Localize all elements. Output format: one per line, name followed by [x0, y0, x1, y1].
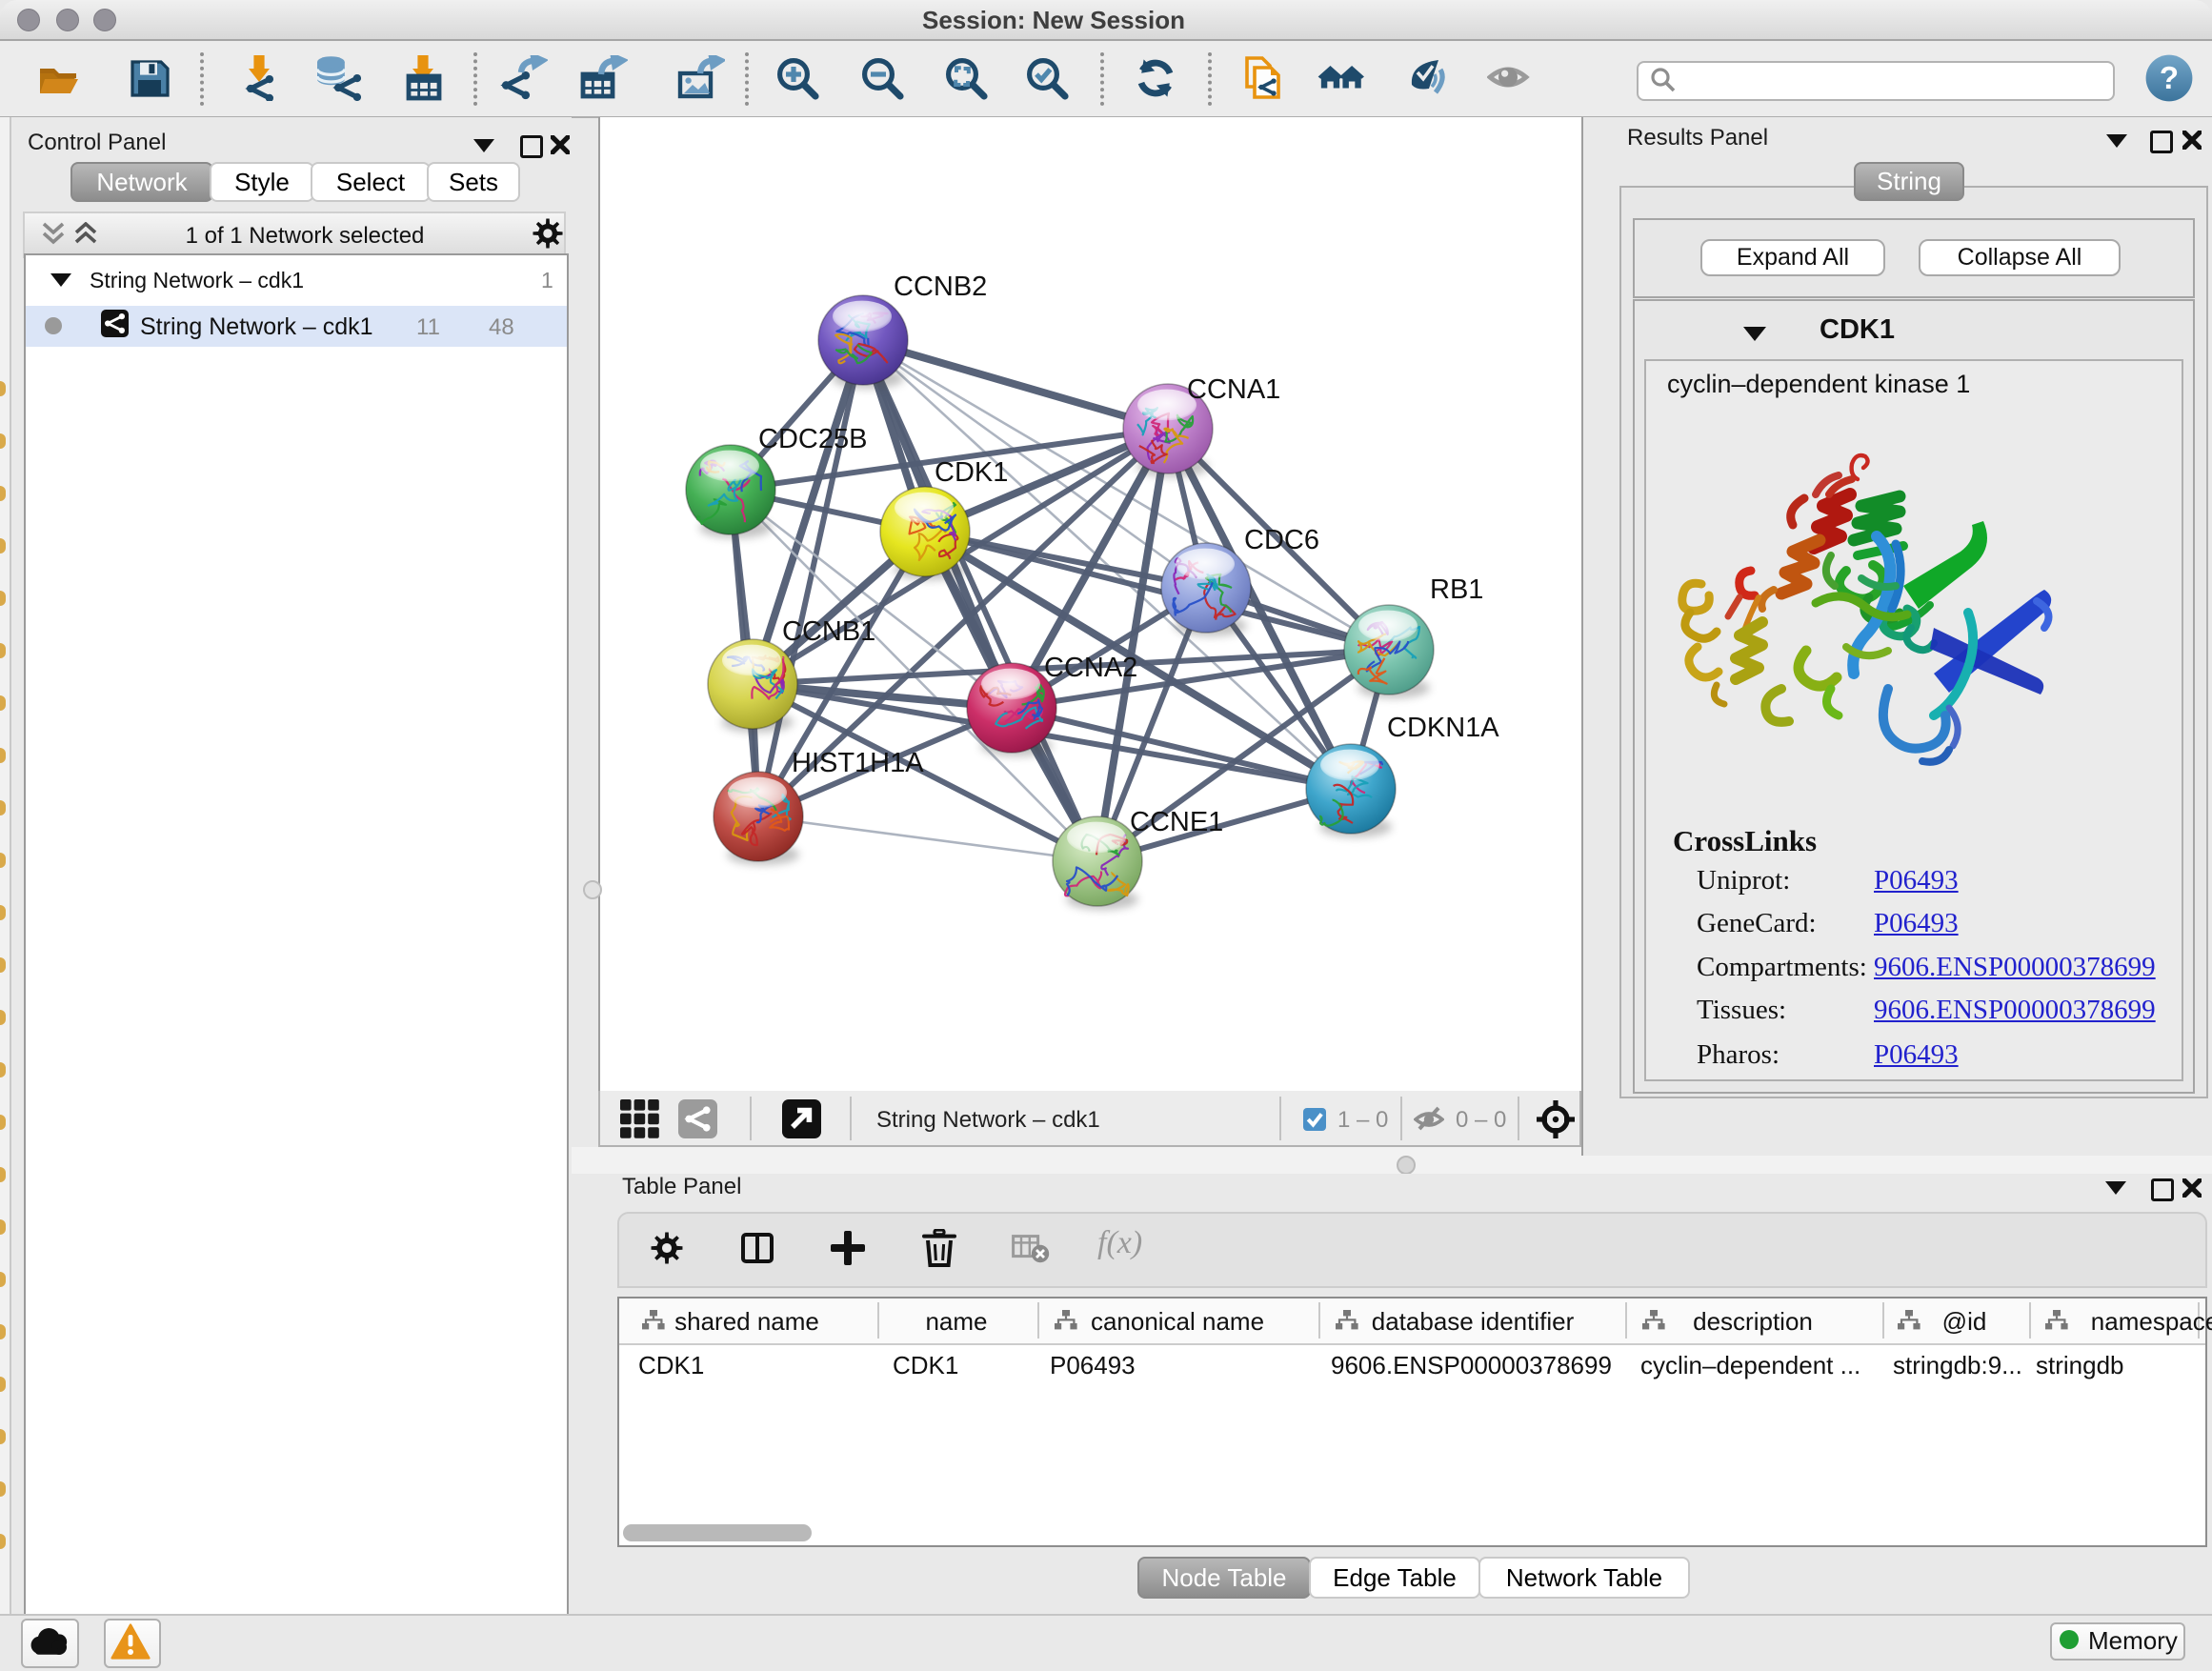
svg-text:CDC25B: CDC25B [758, 424, 867, 454]
svg-text:HIST1H1A: HIST1H1A [792, 748, 924, 778]
svg-text:CCNA2: CCNA2 [1044, 653, 1137, 683]
svg-text:RB1: RB1 [1430, 574, 1483, 605]
svg-text:CDK1: CDK1 [935, 457, 1008, 488]
svg-text:CCNE1: CCNE1 [1130, 807, 1223, 837]
svg-text:CDKN1A: CDKN1A [1387, 713, 1499, 743]
svg-text:CDC6: CDC6 [1244, 525, 1319, 555]
svg-text:CCNB1: CCNB1 [782, 616, 875, 647]
svg-text:?: ? [2160, 60, 2179, 95]
svg-text:CCNA1: CCNA1 [1187, 374, 1280, 405]
svg-text:CCNB2: CCNB2 [894, 272, 987, 302]
